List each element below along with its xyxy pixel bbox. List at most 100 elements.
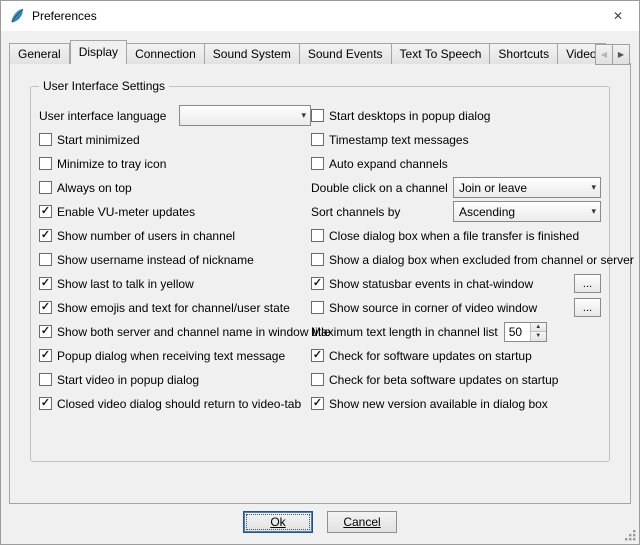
tab-connection[interactable]: Connection: [127, 43, 205, 64]
checkbox-box: [311, 133, 324, 146]
chevron-down-icon: ▾: [301, 110, 306, 121]
checkbox-label: Show a dialog box when excluded from cha…: [329, 253, 634, 267]
checkbox-box: ✓: [39, 325, 52, 338]
checkbox-label: Enable VU-meter updates: [57, 205, 195, 219]
checkbox-label: Auto expand channels: [329, 157, 448, 171]
sort-channels-label: Sort channels by: [311, 205, 400, 219]
checkbox-check-software-updates[interactable]: ✓ Check for software updates on startup: [311, 344, 601, 367]
checkbox-label: Show username instead of nickname: [57, 253, 254, 267]
checkbox-box: ✓: [39, 397, 52, 410]
checkbox-start-video-in-popup-dialog[interactable]: Start video in popup dialog: [39, 368, 311, 391]
checkbox-always-on-top[interactable]: Always on top: [39, 176, 311, 199]
tab-text-to-speech[interactable]: Text To Speech: [392, 43, 491, 64]
checkbox-box: ✓: [311, 349, 324, 362]
checkbox-box: [311, 253, 324, 266]
tab-bar: General Display Connection Sound System …: [9, 40, 631, 64]
language-combobox[interactable]: ▾: [179, 105, 311, 126]
checkbox-show-dialog-when-excluded[interactable]: Show a dialog box when excluded from cha…: [311, 248, 601, 271]
checkbox-show-new-version-dialog[interactable]: ✓ Show new version available in dialog b…: [311, 392, 601, 415]
checkbox-start-minimized[interactable]: Start minimized: [39, 128, 311, 151]
checkbox-label: Show last to talk in yellow: [57, 277, 194, 291]
checkbox-box: [39, 181, 52, 194]
ok-button[interactable]: Ok: [243, 511, 313, 533]
statusbar-events-more-button[interactable]: ...: [574, 274, 601, 293]
checkbox-box: ✓: [311, 277, 324, 290]
tab-scroll-left-icon[interactable]: ◀: [595, 44, 613, 65]
max-text-length-label: Maximum text length in channel list: [311, 325, 498, 339]
max-text-length-spinner[interactable]: 50 ▲ ▼: [504, 322, 547, 342]
checkbox-close-dialog-file-transfer-finished[interactable]: Close dialog box when a file transfer is…: [311, 224, 601, 247]
combobox-value: Join or leave: [459, 181, 527, 195]
checkbox-box: [311, 157, 324, 170]
tab-general[interactable]: General: [9, 43, 70, 64]
checkbox-label: Check for beta software updates on start…: [329, 373, 558, 387]
tab-display[interactable]: Display: [70, 40, 127, 64]
tab-sound-system[interactable]: Sound System: [205, 43, 300, 64]
checkbox-label: Always on top: [57, 181, 132, 195]
video-source-more-button[interactable]: ...: [574, 298, 601, 317]
checkbox-show-username-instead-of-nickname[interactable]: Show username instead of nickname: [39, 248, 311, 271]
sort-channels-combobox[interactable]: Ascending ▾: [453, 201, 601, 222]
spin-up-icon[interactable]: ▲: [531, 323, 546, 332]
checkbox-box: ✓: [39, 277, 52, 290]
user-interface-settings-group: User Interface Settings User interface l…: [30, 86, 610, 462]
checkbox-box: ✓: [311, 397, 324, 410]
checkbox-label: Show number of users in channel: [57, 229, 235, 243]
preferences-dialog: Preferences ✕ General Display Connection…: [0, 0, 640, 545]
checkbox-show-number-of-users-in-channel[interactable]: ✓ Show number of users in channel: [39, 224, 311, 247]
left-column: User interface language ▾ Start minimize…: [39, 104, 311, 416]
checkbox-box: ✓: [39, 349, 52, 362]
double-click-combobox[interactable]: Join or leave ▾: [453, 177, 601, 198]
checkbox-show-source-in-video-window[interactable]: Show source in corner of video window: [311, 301, 537, 315]
window-title: Preferences: [32, 9, 97, 23]
group-title: User Interface Settings: [39, 79, 169, 93]
checkbox-box: [311, 109, 324, 122]
checkbox-statusbar-events-in-chat-window[interactable]: ✓ Show statusbar events in chat-window: [311, 277, 533, 291]
checkbox-start-desktops-in-popup[interactable]: Start desktops in popup dialog: [311, 104, 601, 127]
checkbox-show-emojis-and-text[interactable]: ✓ Show emojis and text for channel/user …: [39, 296, 311, 319]
checkbox-timestamp-text-messages[interactable]: Timestamp text messages: [311, 128, 601, 151]
tab-shortcuts[interactable]: Shortcuts: [490, 43, 558, 64]
checkbox-box: [311, 301, 324, 314]
checkbox-box: [39, 253, 52, 266]
checkbox-label: Show statusbar events in chat-window: [329, 277, 533, 291]
checkbox-label: Close dialog box when a file transfer is…: [329, 229, 579, 243]
checkbox-label: Check for software updates on startup: [329, 349, 532, 363]
checkbox-enable-vu-meter-updates[interactable]: ✓ Enable VU-meter updates: [39, 200, 311, 223]
checkbox-auto-expand-channels[interactable]: Auto expand channels: [311, 152, 601, 175]
checkbox-box: [311, 373, 324, 386]
right-column: Start desktops in popup dialog Timestamp…: [311, 104, 601, 416]
language-label: User interface language: [39, 109, 166, 123]
tab-sound-events[interactable]: Sound Events: [300, 43, 392, 64]
checkbox-label: Start desktops in popup dialog: [329, 109, 490, 123]
chevron-down-icon: ▾: [591, 206, 596, 217]
spinner-value: 50: [505, 323, 530, 341]
checkbox-label: Show source in corner of video window: [329, 301, 537, 315]
checkbox-popup-dialog-on-text-message[interactable]: ✓ Popup dialog when receiving text messa…: [39, 344, 311, 367]
checkbox-box: ✓: [39, 205, 52, 218]
checkbox-box: [39, 157, 52, 170]
checkbox-box: ✓: [39, 301, 52, 314]
spinner-buttons: ▲ ▼: [530, 323, 546, 341]
double-click-label: Double click on a channel: [311, 181, 448, 195]
close-icon[interactable]: ✕: [597, 1, 639, 31]
chevron-down-icon: ▾: [591, 182, 596, 193]
checkbox-label: Start video in popup dialog: [57, 373, 199, 387]
checkbox-label: Show new version available in dialog box: [329, 397, 548, 411]
checkbox-label: Start minimized: [57, 133, 140, 147]
checkbox-closed-video-return-to-video-tab[interactable]: ✓ Closed video dialog should return to v…: [39, 392, 311, 415]
checkbox-label: Popup dialog when receiving text message: [57, 349, 285, 363]
checkbox-show-server-and-channel-in-title[interactable]: ✓ Show both server and channel name in w…: [39, 320, 311, 343]
dialog-buttons: Ok Cancel: [1, 511, 639, 533]
checkbox-label: Timestamp text messages: [329, 133, 469, 147]
checkbox-minimize-to-tray-icon[interactable]: Minimize to tray icon: [39, 152, 311, 175]
resize-grip[interactable]: [624, 529, 637, 542]
checkbox-label: Show emojis and text for channel/user st…: [57, 301, 290, 315]
checkbox-show-last-to-talk-in-yellow[interactable]: ✓ Show last to talk in yellow: [39, 272, 311, 295]
spin-down-icon[interactable]: ▼: [531, 331, 546, 341]
tab-scroll-right-icon[interactable]: ▶: [612, 44, 630, 65]
cancel-button[interactable]: Cancel: [327, 511, 397, 533]
checkbox-box: ✓: [39, 229, 52, 242]
tab-scroll-buttons: ◀ ▶: [596, 44, 630, 65]
checkbox-check-beta-updates[interactable]: Check for beta software updates on start…: [311, 368, 601, 391]
